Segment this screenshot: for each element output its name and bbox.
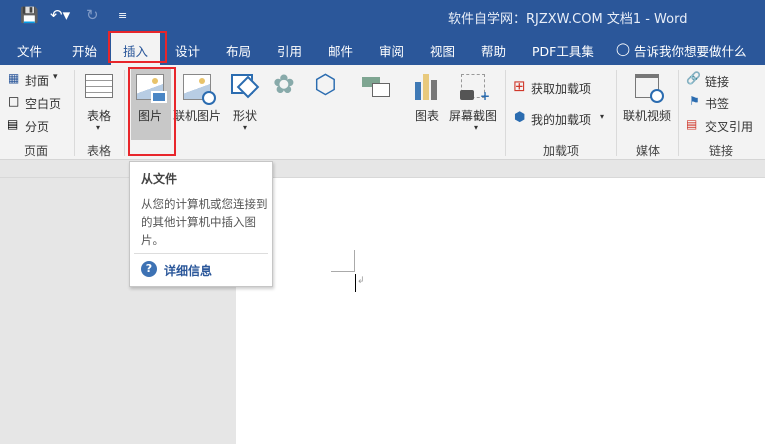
group-label-tables: 表格 — [87, 144, 112, 158]
title-bar: 💾 ↶▾ ↻ ≡ 软件自学网：RJZXW.COM 文档1 - Word — [0, 0, 765, 33]
online-video-icon — [635, 74, 664, 103]
ruler — [0, 160, 765, 178]
online-pictures-button[interactable]: 联机图片 — [173, 107, 221, 124]
highlight-pictures-button — [128, 67, 176, 156]
tooltip-title: 从文件 — [141, 172, 178, 186]
cover-page-button[interactable]: 封面 — [25, 72, 49, 89]
save-icon[interactable]: 💾 — [20, 6, 39, 24]
cross-reference-icon: ▤ — [686, 117, 698, 131]
tell-me-input[interactable]: 告诉我你想要做什么 — [634, 41, 747, 60]
screenshot-button[interactable]: 屏幕截图 — [449, 107, 497, 124]
tab-layout[interactable]: 布局 — [226, 41, 251, 60]
table-button[interactable]: 表格 — [87, 107, 111, 124]
shapes-button[interactable]: 形状 — [233, 107, 257, 124]
tab-review[interactable]: 审阅 — [379, 41, 404, 60]
chart-button[interactable]: 图表 — [415, 107, 439, 124]
tab-design[interactable]: 设计 — [175, 41, 200, 60]
chevron-down-icon: ▾ — [243, 123, 248, 132]
group-label-addins: 加载项 — [543, 144, 580, 158]
blank-page-button[interactable]: 空白页 — [25, 95, 61, 112]
text-cursor — [355, 274, 356, 292]
get-addins-button[interactable]: 获取加载项 — [531, 80, 591, 97]
link-icon: 🔗 — [686, 71, 701, 85]
ribbon: ▦ 封面 ▾ □ 空白页 ▤ 分页 页面 表格 ▾ 表格 图片 联机图片 形状 … — [0, 65, 765, 160]
my-addins-icon: ⬢ — [514, 110, 526, 125]
blank-page-icon: □ — [8, 94, 20, 108]
online-video-button[interactable]: 联机视频 — [623, 107, 671, 124]
3d-models-icon[interactable]: ⬡ — [314, 70, 337, 100]
group-label-pages: 页面 — [24, 144, 49, 158]
window-title: 软件自学网：RJZXW.COM 文档1 - Word — [448, 12, 688, 27]
tab-pdf-tools[interactable]: PDF工具集 — [532, 41, 594, 60]
margin-marker — [331, 250, 355, 272]
tab-file[interactable]: 文件 — [17, 41, 42, 60]
online-picture-icon — [183, 74, 216, 105]
redo-icon[interactable]: ↻ — [86, 6, 99, 24]
undo-icon[interactable]: ↶▾ — [50, 6, 70, 24]
chevron-down-icon: ▾ — [53, 72, 58, 82]
tell-me-more-link[interactable]: 详细信息 — [164, 262, 212, 279]
lightbulb-icon: ◯ — [616, 41, 630, 56]
tooltip-body: 从您的计算机或您连接到的其他计算机中插入图片。 — [141, 197, 268, 247]
chevron-down-icon: ▾ — [474, 123, 479, 132]
my-addins-button[interactable]: 我的加载项 — [531, 111, 591, 128]
page-break-icon: ▤ — [7, 117, 19, 131]
table-icon — [85, 74, 113, 98]
bookmark-button[interactable]: 书签 — [705, 95, 729, 112]
tab-view[interactable]: 视图 — [430, 41, 455, 60]
chart-icon — [415, 74, 439, 100]
highlight-insert-tab — [108, 31, 167, 63]
tab-home[interactable]: 开始 — [72, 41, 97, 60]
group-label-links: 链接 — [709, 144, 734, 158]
smartart-icon[interactable] — [362, 77, 390, 97]
cover-page-icon: ▦ — [8, 71, 20, 85]
store-icon: ⊞ — [513, 77, 526, 95]
page-break-button[interactable]: 分页 — [25, 118, 49, 135]
tooltip: 从文件 从您的计算机或您连接到的其他计算机中插入图片。 ? 详细信息 — [129, 161, 273, 287]
group-label-media: 媒体 — [636, 144, 661, 158]
document-page[interactable]: ↲ — [236, 178, 765, 444]
tab-help[interactable]: 帮助 — [481, 41, 506, 60]
cross-reference-button[interactable]: 交叉引用 — [705, 118, 753, 135]
icons-icon[interactable]: ✿ — [273, 70, 295, 100]
screenshot-icon: + — [460, 74, 490, 103]
link-button[interactable]: 链接 — [705, 73, 729, 90]
chevron-down-icon: ▾ — [600, 112, 605, 121]
tab-mailings[interactable]: 邮件 — [328, 41, 353, 60]
customize-qat-icon[interactable]: ≡ — [118, 9, 127, 22]
help-icon: ? — [141, 261, 157, 277]
chevron-down-icon: ▾ — [96, 123, 101, 132]
paragraph-mark-icon: ↲ — [357, 276, 365, 286]
bookmark-icon: ⚑ — [689, 94, 700, 108]
tab-references[interactable]: 引用 — [277, 41, 302, 60]
